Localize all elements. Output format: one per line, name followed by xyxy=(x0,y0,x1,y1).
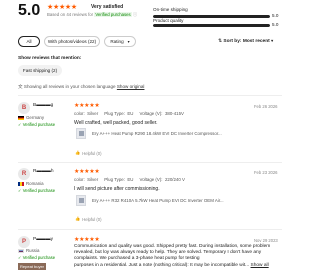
avatar: B xyxy=(18,102,30,114)
flag-romania-icon xyxy=(18,182,24,186)
show-all-link[interactable]: Show all xyxy=(251,263,269,268)
product-thumbnail[interactable] xyxy=(76,128,86,139)
review-text: I will send picture after commissioning. xyxy=(74,186,160,192)
sort-icon: ⇅ xyxy=(218,39,223,44)
review-attributes: color: Silver Plug Type: EU Voltage (V):… xyxy=(74,111,184,116)
filter-with-photos-button[interactable]: With photos/videos (22) xyxy=(44,36,100,47)
metric-label-quality: Product quality xyxy=(153,18,184,23)
product-link[interactable]: Ery A+++ R32 R410A 5.7kW Heat Pump EVI D… xyxy=(92,198,224,203)
info-icon[interactable]: ⓘ xyxy=(133,12,137,17)
metric-value-quality: 5.0 xyxy=(272,22,279,27)
metric-value-shipping: 5.0 xyxy=(272,13,279,18)
translate-icon: 文 xyxy=(18,84,23,89)
translation-notice: 文 Showing all reviews in your chosen lan… xyxy=(18,84,145,89)
divider xyxy=(18,95,282,96)
review-date: Nov 29 2023 xyxy=(254,238,278,243)
chevron-down-icon: ▾ xyxy=(271,38,274,43)
review-stars: ★★★★★ xyxy=(74,169,100,175)
sort-dropdown[interactable]: ⇅ Sort by: Most recent ▾ xyxy=(218,38,273,44)
product-thumbnail[interactable] xyxy=(76,195,86,206)
avatar: P xyxy=(18,236,30,248)
verified-purchases-link[interactable]: Verified purchases xyxy=(94,12,132,17)
reviewer-country: Germany xyxy=(26,115,45,120)
verified-purchase-badge: ✓ Verified purchase xyxy=(18,188,56,193)
chevron-down-icon: ▾ xyxy=(127,39,130,44)
review-date: Feb 23 2026 xyxy=(254,170,278,175)
filter-rating-dropdown[interactable]: Rating ▾ xyxy=(104,36,136,47)
flag-russia-icon xyxy=(18,249,24,253)
reviewer-name: R▬▬▬h xyxy=(33,169,54,174)
overall-stars: ★★★★★ xyxy=(47,4,77,11)
reviewer-name: P▬▬▬y xyxy=(33,237,53,242)
review-text-line: purposes in a residential. Just a note (… xyxy=(74,262,269,268)
avatar: R xyxy=(18,168,30,180)
based-on-text: Based on 44 reviews for Verified purchas… xyxy=(47,12,138,17)
reviewer-name: B▬▬▬g xyxy=(33,103,54,108)
reviewer-country: Romania xyxy=(26,181,44,186)
repeat-buyer-badge: Repeat buyer xyxy=(18,263,47,270)
verified-purchase-badge: ✓ Verified purchase xyxy=(18,255,56,260)
divider xyxy=(18,229,282,230)
show-original-link[interactable]: Show original xyxy=(117,84,145,89)
filter-rating-label: Rating xyxy=(110,39,124,44)
check-icon: ✓ xyxy=(18,188,22,193)
sort-label: Sort by: Most recent xyxy=(223,39,270,44)
review-date: Feb 26 2026 xyxy=(254,104,278,109)
reviewer-country: Russia xyxy=(26,248,40,253)
metric-bar-quality xyxy=(153,24,270,27)
mention-tag-fast-shipping[interactable]: Fast shipping (2) xyxy=(18,65,62,76)
metric-bar-fill xyxy=(153,24,270,27)
review-stars: ★★★★★ xyxy=(74,103,100,109)
product-link[interactable]: Ery A+++ Heat Pump R290 18.4kW EVI DC In… xyxy=(92,131,222,136)
check-icon: ✓ xyxy=(18,122,22,127)
verified-purchase-badge: ✓ Verified purchase xyxy=(18,122,56,127)
divider xyxy=(18,162,282,163)
metric-label-shipping: On-time shipping xyxy=(153,7,188,12)
thumbs-up-icon: 👍 xyxy=(75,216,81,221)
review-stars: ★★★★★ xyxy=(74,237,100,243)
flag-germany-icon xyxy=(18,116,24,120)
helpful-button[interactable]: 👍 Helpful (0) xyxy=(75,150,102,156)
thumbs-up-icon: 👍 xyxy=(75,150,81,155)
sentiment-label: Very satisfied xyxy=(91,4,124,10)
overall-rating: 5.0 xyxy=(18,2,41,19)
check-icon: ✓ xyxy=(18,255,22,260)
review-attributes: color: Silver Plug Type: EU Voltage (V):… xyxy=(74,177,185,182)
review-text: Communication and quality was good. Ship… xyxy=(74,244,289,269)
review-text: Well crafted, well packed, good seller. xyxy=(74,120,158,126)
helpful-button[interactable]: 👍 Helpful (0) xyxy=(75,216,102,222)
mention-heading: Show reviews that mention: xyxy=(18,56,82,61)
filter-all-button[interactable]: All xyxy=(18,36,40,47)
